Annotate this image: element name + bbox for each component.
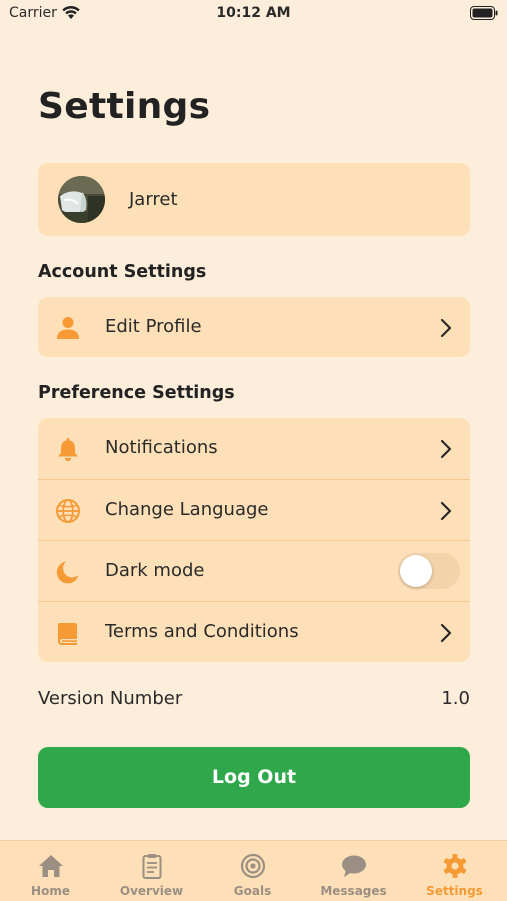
dark-mode-label: Dark mode [105,560,205,581]
notifications-label: Notifications [105,437,218,458]
terms-conditions-label: Terms and Conditions [105,621,299,642]
tab-settings-label: Settings [426,884,483,898]
preference-settings-heading: Preference Settings [38,383,235,403]
tab-overview[interactable]: Overview [101,841,202,901]
chevron-right-icon [440,623,452,643]
book-icon [58,623,77,645]
edit-profile-row[interactable]: Edit Profile [38,297,470,358]
tab-home[interactable]: Home [0,841,101,901]
notifications-row[interactable]: Notifications [38,418,470,479]
status-bar: Carrier 10:12 AM [0,0,507,28]
toggle-knob [400,555,432,587]
tab-home-label: Home [31,884,70,898]
logout-button[interactable]: Log Out [38,747,470,808]
profile-card[interactable]: Jarret [38,163,470,236]
version-value: 1.0 [441,688,470,709]
avatar [58,176,105,223]
clock-time: 10:12 AM [216,5,291,21]
avatar-image [58,176,105,223]
tab-messages[interactable]: Messages [303,841,404,901]
dark-mode-toggle[interactable] [398,553,460,589]
tab-goals[interactable]: Goals [202,841,303,901]
gear-icon [443,854,467,878]
tab-bar: Home Overview Goals Messages Settings [0,840,507,901]
tab-goals-label: Goals [233,884,272,898]
page-title: Settings [38,86,211,127]
dark-mode-row: Dark mode [38,541,470,602]
tab-messages-label: Messages [320,884,387,898]
chevron-right-icon [440,501,452,521]
version-label: Version Number [38,688,183,709]
profile-name: Jarret [129,189,178,210]
change-language-row[interactable]: Change Language [38,480,470,541]
preference-settings-card: Notifications Change Language Dark mode [38,418,470,662]
change-language-label: Change Language [105,499,269,520]
battery-icon [470,6,498,20]
chevron-right-icon [440,439,452,459]
chat-bubble-icon [342,855,366,877]
bell-icon [58,438,78,461]
moon-icon [56,561,79,584]
edit-profile-label: Edit Profile [105,316,202,337]
terms-conditions-row[interactable]: Terms and Conditions [38,602,470,663]
globe-icon [56,499,80,523]
target-icon [240,853,266,879]
home-icon [39,855,63,877]
clipboard-icon [142,854,162,879]
tab-settings[interactable]: Settings [404,841,505,901]
account-settings-heading: Account Settings [38,262,207,282]
tab-overview-label: Overview [119,884,184,898]
chevron-right-icon [440,318,452,338]
person-icon [57,317,79,339]
account-settings-card: Edit Profile [38,297,470,357]
